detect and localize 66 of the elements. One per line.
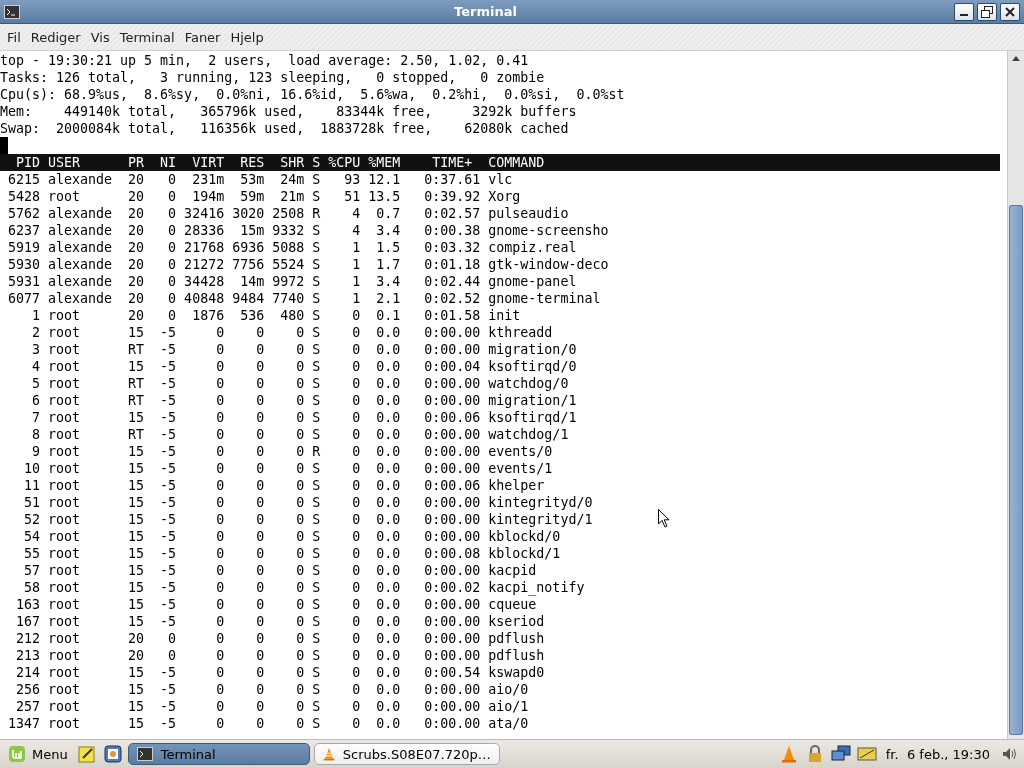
process-row-text: 257 root 15 -5 0 0 0 S 0 0.0 0:00.00 aio/1 — [15, 698, 529, 715]
process-row-text: 5931 alexande 20 0 34428 14m 9972 S 1 3.4 0:02.44 gnome-panel — [7, 273, 577, 290]
column-header: PID USER PR NI VIRT RES SHR S %CPU %MEM TIME+ COMMAND — [0, 154, 1000, 171]
start-menu-button[interactable]: Menu — [4, 745, 72, 763]
leaf-logo-icon — [8, 745, 26, 763]
terminal-icon — [136, 747, 153, 761]
notepad-launcher-icon[interactable] — [75, 743, 98, 765]
close-icon — [1005, 6, 1015, 17]
close-button[interactable] — [1000, 2, 1020, 21]
process-row-text: 1347 root 15 -5 0 0 0 S 0 0.0 0:00.00 ata/0 — [7, 715, 529, 732]
summary-line: Cpu(s): 68.9%us, 8.6%sy, 0.0%ni, 16.6%id, 5.6%wa, 0.2%hi, 0.0%si, 0.0%st — [0, 86, 625, 103]
menu-item[interactable]: Terminal — [114, 27, 180, 47]
process-row-text: 5919 alexande 20 0 21768 6936 5088 S 1 1.5 0:03.32 compiz.real — [7, 239, 577, 256]
process-row-text: 6237 alexande 20 0 28336 15m 9332 S 4 3.4 0:00.38 gnome-screensho — [7, 222, 609, 239]
process-row-text: 5428 root 20 0 194m 59m 21m S 51 13.5 0:39.92 Xorg — [7, 188, 521, 205]
process-row-text: 5 root RT -5 0 0 0 S 0 0.0 0:00.00 watchdog/0 — [31, 375, 569, 392]
process-row-text: 6077 alexande 20 0 40848 9484 7740 S 1 2.1 0:02.52 gnome-terminal — [7, 290, 601, 307]
process-row-text: 9 root 15 -5 0 0 0 R 0 0.0 0:00.00 events/0 — [31, 443, 553, 460]
process-row-text: 8 root RT -5 0 0 0 S 0 0.0 0:00.00 watchdog/1 — [31, 426, 569, 443]
process-row-text: 52 root 15 -5 0 0 0 S 0 0.0 0:00.00 kintegrityd/1 — [23, 511, 593, 528]
summary-line: Swap: 2000084k total, 116356k used, 1883728k free, 62080k cached — [0, 120, 569, 137]
process-row-text: 2 root 15 -5 0 0 0 S 0 0.0 0:00.00 kthreadd — [31, 324, 553, 341]
process-row-text: 167 root 15 -5 0 0 0 S 0 0.0 0:00.00 kseriod — [15, 613, 545, 630]
minimize-icon — [960, 14, 968, 16]
up-arrow-icon[interactable] — [1012, 55, 1020, 61]
process-row-text: 5930 alexande 20 0 21272 7756 5524 S 1 1.7 0:01.18 gtk-window-deco — [7, 256, 609, 273]
minimize-button[interactable] — [954, 2, 974, 21]
process-row-text: 6 root RT -5 0 0 0 S 0 0.0 0:00.00 migration/1 — [31, 392, 577, 409]
process-row-text: 6215 alexande 20 0 231m 53m 24m S 93 12.1 0:37.61 vlc — [7, 171, 513, 188]
process-row-text: 3 root RT -5 0 0 0 S 0 0.0 0:00.00 migration/0 — [31, 341, 577, 358]
menu-item[interactable]: Hjelp — [225, 27, 269, 47]
window-title: Terminal — [453, 4, 518, 19]
mouse-pointer-icon — [658, 509, 670, 528]
process-row-text: 256 root 15 -5 0 0 0 S 0 0.0 0:00.00 aio/0 — [15, 681, 529, 698]
menu-item[interactable]: Fil — [2, 27, 26, 47]
scrollbar[interactable] — [1007, 51, 1024, 739]
process-row-text: 54 root 15 -5 0 0 0 S 0 0.0 0:00.00 kblockd/0 — [23, 528, 561, 545]
task-button[interactable]: Terminal — [127, 743, 310, 765]
summary-line: Tasks: 126 total, 3 running, 123 sleeping, 0 stopped, 0 zombie — [0, 69, 545, 86]
process-row-text: 57 root 15 -5 0 0 0 S 0 0.0 0:00.00 kacpid — [23, 562, 537, 579]
process-row-text: 163 root 15 -5 0 0 0 S 0 0.0 0:00.00 cqueue — [15, 596, 537, 613]
text-cursor — [0, 137, 8, 154]
screen-launcher-icon[interactable] — [101, 743, 124, 765]
menu-item[interactable]: Faner — [179, 27, 226, 47]
process-row-text: 212 root 20 0 0 0 0 S 0 0.0 0:00.00 pdflush — [15, 630, 545, 647]
process-row-text: 58 root 15 -5 0 0 0 S 0 0.0 0:00.02 kacpi_notify — [23, 579, 585, 596]
scroll-thumb[interactable] — [1009, 205, 1023, 735]
maximize-button[interactable] — [977, 2, 997, 21]
process-row-text: 55 root 15 -5 0 0 0 S 0 0.0 0:00.08 kblockd/1 — [23, 545, 561, 562]
menu-item[interactable]: Vis — [85, 27, 115, 47]
maximize-icon — [981, 5, 993, 18]
terminal-icon — [4, 4, 20, 19]
process-row-text: 4 root 15 -5 0 0 0 S 0 0.0 0:00.04 ksoftirqd/0 — [31, 358, 577, 375]
summary-line: Mem: 449140k total, 365796k used, 83344k free, 3292k buffers — [0, 103, 577, 120]
process-row-text: 51 root 15 -5 0 0 0 S 0 0.0 0:00.00 kintegrityd/0 — [23, 494, 593, 511]
task-button[interactable]: Scrubs.S08E07.720p… — [313, 743, 500, 765]
process-row-text: 11 root 15 -5 0 0 0 S 0 0.0 0:00.06 khelper — [23, 477, 545, 494]
clock[interactable]: fr. 6 feb., 19:30 — [885, 746, 990, 762]
process-row-text: 214 root 15 -5 0 0 0 S 0 0.0 0:00.54 kswapd0 — [15, 664, 545, 681]
process-row-text: 1 root 20 0 1876 536 480 S 0 0.1 0:01.58 init — [31, 307, 521, 324]
process-row-text: 213 root 20 0 0 0 0 S 0 0.0 0:00.00 pdflush — [15, 647, 545, 664]
menu-item[interactable]: Rediger — [25, 27, 86, 47]
process-row-text: 7 root 15 -5 0 0 0 S 0 0.0 0:00.06 ksoftirqd/1 — [31, 409, 577, 426]
summary-line: top - 19:30:21 up 5 min, 2 users, load average: 2.50, 1.02, 0.41 — [0, 52, 529, 69]
process-row-text: 10 root 15 -5 0 0 0 S 0 0.0 0:00.00 events/1 — [23, 460, 553, 477]
process-row-text: 5762 alexande 20 0 32416 3020 2508 R 4 0.7 0:02.57 pulseaudio — [7, 205, 569, 222]
